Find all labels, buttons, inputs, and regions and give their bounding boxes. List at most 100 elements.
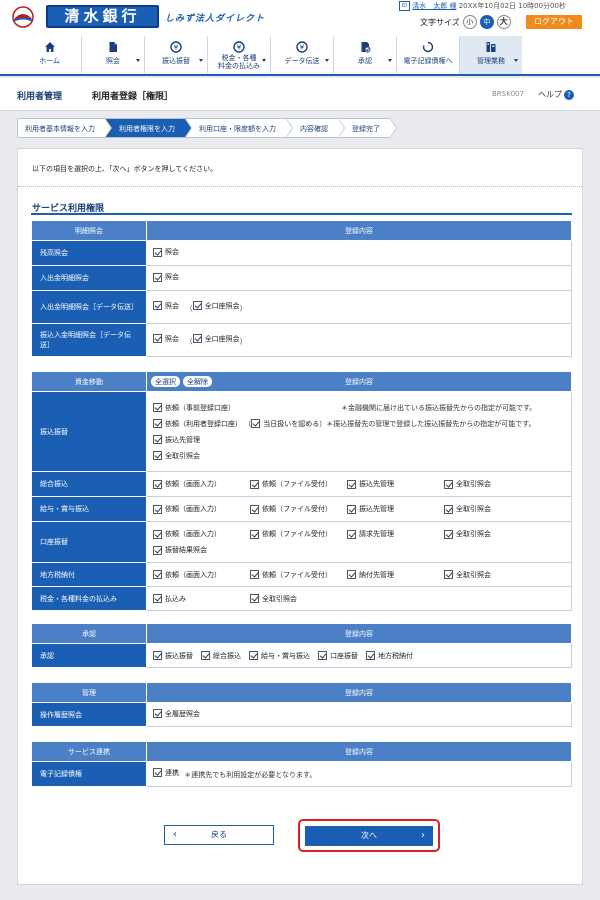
checkbox-debit-all[interactable]: 全取引照会 bbox=[444, 529, 541, 539]
checkbox-deposit-data-inquiry[interactable]: 照会 bbox=[153, 301, 179, 311]
checkbox-general-screen[interactable]: 依頼（画面入力） bbox=[153, 479, 250, 489]
step-2-label: 利用者権限を入力 bbox=[119, 125, 175, 133]
checkbox-approve-salary[interactable]: 給与・賞与振込 bbox=[249, 651, 310, 661]
nav-inquiry[interactable]: 照会 bbox=[81, 36, 144, 74]
next-button[interactable]: 次へ › bbox=[305, 826, 433, 846]
checkbox-label: 依頼（画面入力） bbox=[165, 570, 221, 579]
management-table: 管理 登録内容 操作履歴照会 全履歴照会 bbox=[31, 682, 572, 727]
checkbox-transfer-dest-mgmt[interactable]: 振込先管理 bbox=[153, 435, 200, 445]
fontsize-medium-button[interactable]: 中 bbox=[479, 15, 494, 29]
svg-text:¥: ¥ bbox=[300, 44, 305, 52]
nav-management[interactable]: 管理業務 bbox=[459, 36, 522, 74]
checkbox-label: 全口座照会 bbox=[204, 334, 240, 343]
inquiry-header-left: 明細照会 bbox=[31, 220, 147, 241]
nav-transfer[interactable]: ¥ 振込振替 bbox=[144, 36, 207, 74]
table-row: 照会 （ 全口座照会） bbox=[146, 290, 572, 324]
fontsize-small-button[interactable]: 小 bbox=[462, 15, 477, 29]
checkbox-label: 依頼（ファイル受付） bbox=[262, 480, 332, 488]
chevron-left-icon: ‹ bbox=[173, 829, 177, 840]
checkbox-general-all[interactable]: 全取引照会 bbox=[444, 479, 541, 489]
checkbox-incoming-data-all-accounts[interactable]: 全口座照会 bbox=[192, 334, 240, 344]
checkbox-salary-all[interactable]: 全取引照会 bbox=[444, 504, 541, 514]
nav-data-transfer[interactable]: ¥ データ伝送 bbox=[270, 36, 333, 74]
nav-approval-label: 承認 bbox=[358, 57, 372, 65]
checkbox-icon bbox=[201, 651, 210, 660]
back-button[interactable]: ‹ 戻る bbox=[164, 825, 274, 845]
table-row: 依頼（画面入力） 依頼（ファイル受付） 振込先管理 全取引照会 bbox=[146, 496, 572, 522]
checkbox-general-dest[interactable]: 振込先管理 bbox=[347, 479, 444, 489]
checkbox-label: 全取引照会 bbox=[456, 505, 491, 513]
nav-approval[interactable]: 承認 bbox=[333, 36, 396, 74]
checkbox-debit-billing[interactable]: 請求先管理 bbox=[347, 529, 444, 539]
deselect-all-button[interactable]: 全解除 bbox=[183, 375, 212, 387]
fontsize-large-button[interactable]: 大 bbox=[496, 15, 511, 29]
checkbox-approve-debit[interactable]: 口座振替 bbox=[318, 651, 358, 661]
checkbox-icon bbox=[153, 570, 162, 579]
row-label: 振込振替 bbox=[31, 391, 147, 472]
logout-button[interactable]: ログアウト bbox=[526, 15, 582, 29]
checkbox-approve-transfer[interactable]: 振込振替 bbox=[153, 651, 193, 661]
bank-name-logo[interactable]: 清水銀行 bbox=[46, 5, 159, 28]
checkbox-label: 口座振替 bbox=[330, 651, 358, 660]
select-all-button[interactable]: 全選択 bbox=[151, 375, 180, 387]
step-1-label: 利用者基本情報を入力 bbox=[25, 125, 95, 133]
checkbox-icon bbox=[444, 570, 453, 579]
checkbox-deposit-inquiry[interactable]: 照会 bbox=[153, 272, 179, 282]
checkbox-balance-inquiry[interactable]: 照会 bbox=[153, 247, 179, 257]
checkbox-approve-general[interactable]: 総合振込 bbox=[201, 651, 241, 661]
checkbox-debit-screen[interactable]: 依頼（画面入力） bbox=[153, 529, 250, 539]
checkbox-label: 照会 bbox=[165, 273, 179, 282]
yen-transfer-icon: ¥ bbox=[170, 41, 182, 53]
checkbox-localtax-all[interactable]: 全取引照会 bbox=[444, 570, 541, 580]
checkbox-icon bbox=[251, 419, 261, 428]
checkbox-icon bbox=[192, 301, 202, 311]
checkbox-transfer-request-registered[interactable]: 依頼（事前登録口座） bbox=[153, 403, 341, 413]
main-panel: 以下の項目を選択の上、「次へ」ボタンを押してください。 サービス利用権限 明細照… bbox=[17, 148, 583, 885]
checkbox-label: 納付先管理 bbox=[359, 570, 394, 579]
checkbox-service-link[interactable]: 連携 bbox=[153, 768, 179, 778]
checkbox-icon bbox=[153, 529, 162, 539]
checkbox-debit-file[interactable]: 依頼（ファイル受付） bbox=[250, 529, 347, 539]
checkbox-transfer-all-inquiry[interactable]: 全取引照会 bbox=[153, 451, 200, 461]
checkbox-label: 全取引照会 bbox=[165, 451, 200, 460]
checkbox-label: 全取引照会 bbox=[456, 530, 491, 538]
checkbox-label: 給与・賞与振込 bbox=[261, 651, 310, 660]
step-1: 利用者基本情報を入力 bbox=[17, 118, 112, 138]
row-label: 給与・賞与振込 bbox=[31, 496, 147, 522]
nav-e-bond[interactable]: 電子記録債権へ bbox=[396, 36, 459, 74]
checkbox-label: 照会 bbox=[165, 301, 179, 310]
nav-home[interactable]: ホーム bbox=[18, 36, 81, 74]
instruction-text: 以下の項目を選択の上、「次へ」ボタンを押してください。 bbox=[32, 165, 218, 173]
checkbox-debit-result[interactable]: 振替結果照会 bbox=[153, 545, 207, 555]
table-row: 依頼（事前登録口座） ＊金融機関に届け出ている振込振替先からの指定が可能です。 … bbox=[146, 391, 572, 472]
checkbox-salary-file[interactable]: 依頼（ファイル受付） bbox=[250, 504, 347, 514]
checkbox-taxpay-all[interactable]: 全取引照会 bbox=[250, 594, 347, 604]
checkbox-salary-dest[interactable]: 振込先管理 bbox=[347, 504, 444, 514]
user-info: ID 清水 太郎 様 20XX年10月02日 10時00分00秒 bbox=[399, 1, 566, 11]
checkbox-taxpay-pay[interactable]: 払込み bbox=[153, 594, 250, 604]
checkbox-localtax-file[interactable]: 依頼（ファイル受付） bbox=[250, 570, 347, 580]
checkbox-icon bbox=[153, 301, 162, 311]
fontsize-switcher: 文字サイズ 小 中 大 bbox=[420, 14, 511, 30]
checkbox-general-file[interactable]: 依頼（ファイル受付） bbox=[250, 479, 347, 489]
table-row: 払込み 全取引照会 bbox=[146, 586, 572, 611]
checkbox-approve-localtax[interactable]: 地方税納付 bbox=[366, 651, 413, 661]
checkbox-localtax-screen[interactable]: 依頼（画面入力） bbox=[153, 570, 250, 580]
service-name: しみず法人ダイレクト bbox=[165, 14, 266, 24]
nav-tax-payment[interactable]: ¥ 税金・各種 料金の払込み bbox=[207, 36, 270, 74]
checkbox-salary-screen[interactable]: 依頼（画面入力） bbox=[153, 504, 250, 514]
checkbox-label: 依頼（画面入力） bbox=[165, 505, 221, 513]
checkbox-same-day[interactable]: 当日扱いを認める bbox=[251, 419, 319, 429]
login-time: 20XX年10月02日 10時00分00秒 bbox=[458, 2, 566, 10]
checkbox-all-history[interactable]: 全履歴照会 bbox=[153, 709, 200, 719]
user-name-link[interactable]: 清水 太郎 様 bbox=[412, 2, 456, 10]
checkbox-transfer-request-user[interactable]: 依頼（利用者登録口座） bbox=[153, 419, 242, 429]
paren-close: ） bbox=[319, 419, 327, 428]
home-icon bbox=[44, 42, 55, 52]
checkbox-incoming-data-inquiry[interactable]: 照会 bbox=[153, 334, 179, 344]
checkbox-localtax-payee[interactable]: 納付先管理 bbox=[347, 570, 444, 580]
help-link[interactable]: ヘルプ? bbox=[538, 89, 574, 100]
next-button-label: 次へ bbox=[361, 831, 377, 840]
checkbox-deposit-data-all-accounts[interactable]: 全口座照会 bbox=[192, 301, 240, 311]
paren-close: ） bbox=[239, 337, 247, 346]
